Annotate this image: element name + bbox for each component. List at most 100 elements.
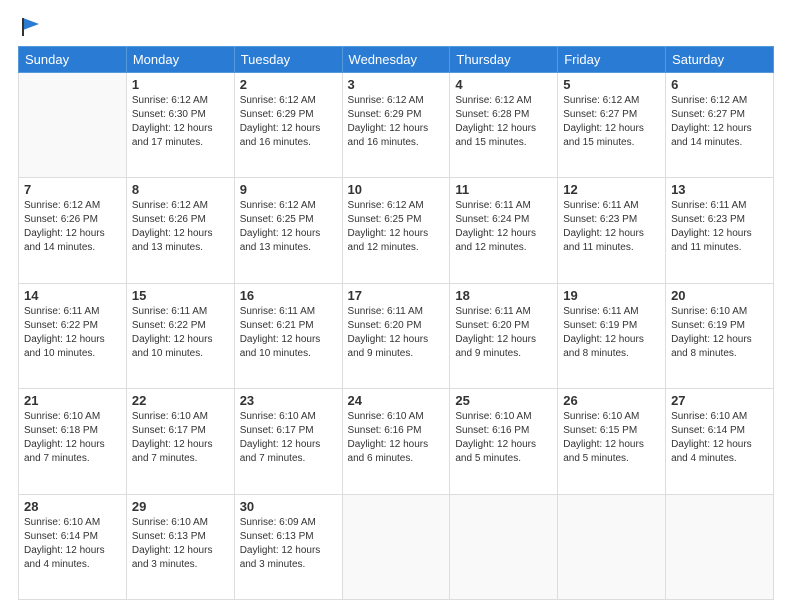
page: SundayMondayTuesdayWednesdayThursdayFrid… [0,0,792,612]
calendar-cell: 29 Sunrise: 6:10 AM Sunset: 6:13 PM Dayli… [126,494,234,599]
day-info: Sunrise: 6:10 AM Sunset: 6:16 PM Dayligh… [455,410,552,466]
day-number: 28 [24,499,121,514]
weekday-header-friday: Friday [558,47,666,73]
day-number: 23 [240,393,337,408]
calendar-cell: 4 Sunrise: 6:12 AM Sunset: 6:28 PM Daylig… [450,73,558,178]
day-info: Sunrise: 6:11 AM Sunset: 6:22 PM Dayligh… [24,305,121,361]
calendar-cell: 5 Sunrise: 6:12 AM Sunset: 6:27 PM Daylig… [558,73,666,178]
day-info: Sunrise: 6:12 AM Sunset: 6:25 PM Dayligh… [348,199,445,255]
day-info: Sunrise: 6:12 AM Sunset: 6:29 PM Dayligh… [348,94,445,150]
day-info: Sunrise: 6:12 AM Sunset: 6:27 PM Dayligh… [563,94,660,150]
day-number: 29 [132,499,229,514]
calendar-cell: 24 Sunrise: 6:10 AM Sunset: 6:16 PM Dayli… [342,389,450,494]
day-number: 11 [455,182,552,197]
weekday-header-tuesday: Tuesday [234,47,342,73]
calendar-table: SundayMondayTuesdayWednesdayThursdayFrid… [18,46,774,600]
calendar-cell: 3Sunrise: 6:12 AM Sunset: 6:29 PM Daylig… [342,73,450,178]
calendar-cell: 30 Sunrise: 6:09 AM Sunset: 6:13 PM Dayli… [234,494,342,599]
weekday-header-row: SundayMondayTuesdayWednesdayThursdayFrid… [19,47,774,73]
weekday-header-thursday: Thursday [450,47,558,73]
calendar-cell: 12Sunrise: 6:11 AM Sunset: 6:23 PM Dayli… [558,178,666,283]
day-number: 6 [671,77,768,92]
day-info: Sunrise: 6:11 AM Sunset: 6:22 PM Dayligh… [132,305,229,361]
day-info: Sunrise: 6:12 AM Sunset: 6:26 PM Dayligh… [132,199,229,255]
day-info: Sunrise: 6:09 AM Sunset: 6:13 PM Dayligh… [240,516,337,572]
day-info: Sunrise: 6:11 AM Sunset: 6:21 PM Dayligh… [240,305,337,361]
calendar-cell: 27Sunrise: 6:10 AM Sunset: 6:14 PM Dayli… [666,389,774,494]
logo-flag-icon [19,16,41,38]
day-number: 19 [563,288,660,303]
day-info: Sunrise: 6:12 AM Sunset: 6:29 PM Dayligh… [240,94,337,150]
day-number: 25 [455,393,552,408]
header [18,18,774,36]
day-info: Sunrise: 6:12 AM Sunset: 6:30 PM Dayligh… [132,94,229,150]
logo [18,18,41,36]
weekday-header-saturday: Saturday [666,47,774,73]
day-number: 17 [348,288,445,303]
day-number: 18 [455,288,552,303]
day-number: 20 [671,288,768,303]
calendar-cell: 19 Sunrise: 6:11 AM Sunset: 6:19 PM Dayli… [558,283,666,388]
day-info: Sunrise: 6:10 AM Sunset: 6:14 PM Dayligh… [671,410,768,466]
calendar-cell: 28 Sunrise: 6:10 AM Sunset: 6:14 PM Dayli… [19,494,127,599]
calendar-cell: 7 Sunrise: 6:12 AM Sunset: 6:26 PM Daylig… [19,178,127,283]
calendar-cell: 25 Sunrise: 6:10 AM Sunset: 6:16 PM Dayli… [450,389,558,494]
calendar-cell: 21Sunrise: 6:10 AM Sunset: 6:18 PM Dayli… [19,389,127,494]
weekday-header-sunday: Sunday [19,47,127,73]
day-info: Sunrise: 6:11 AM Sunset: 6:20 PM Dayligh… [348,305,445,361]
calendar-week-row: 7 Sunrise: 6:12 AM Sunset: 6:26 PM Daylig… [19,178,774,283]
calendar-cell: 2Sunrise: 6:12 AM Sunset: 6:29 PM Daylig… [234,73,342,178]
calendar-week-row: 1 Sunrise: 6:12 AM Sunset: 6:30 PM Daylig… [19,73,774,178]
day-number: 8 [132,182,229,197]
calendar-cell [450,494,558,599]
day-number: 21 [24,393,121,408]
day-number: 4 [455,77,552,92]
calendar-cell: 10Sunrise: 6:12 AM Sunset: 6:25 PM Dayli… [342,178,450,283]
day-info: Sunrise: 6:12 AM Sunset: 6:28 PM Dayligh… [455,94,552,150]
calendar-week-row: 14 Sunrise: 6:11 AM Sunset: 6:22 PM Dayli… [19,283,774,388]
day-info: Sunrise: 6:12 AM Sunset: 6:26 PM Dayligh… [24,199,121,255]
day-number: 22 [132,393,229,408]
day-info: Sunrise: 6:10 AM Sunset: 6:15 PM Dayligh… [563,410,660,466]
calendar-cell: 16 Sunrise: 6:11 AM Sunset: 6:21 PM Dayli… [234,283,342,388]
day-number: 26 [563,393,660,408]
calendar-cell [19,73,127,178]
day-info: Sunrise: 6:11 AM Sunset: 6:23 PM Dayligh… [671,199,768,255]
calendar-cell: 22 Sunrise: 6:10 AM Sunset: 6:17 PM Dayli… [126,389,234,494]
day-number: 30 [240,499,337,514]
calendar-cell [558,494,666,599]
day-info: Sunrise: 6:12 AM Sunset: 6:27 PM Dayligh… [671,94,768,150]
day-number: 5 [563,77,660,92]
day-number: 16 [240,288,337,303]
calendar-cell: 15Sunrise: 6:11 AM Sunset: 6:22 PM Dayli… [126,283,234,388]
day-number: 14 [24,288,121,303]
day-number: 13 [671,182,768,197]
day-info: Sunrise: 6:10 AM Sunset: 6:17 PM Dayligh… [132,410,229,466]
day-number: 7 [24,182,121,197]
calendar-cell: 11 Sunrise: 6:11 AM Sunset: 6:24 PM Dayli… [450,178,558,283]
calendar-cell: 13 Sunrise: 6:11 AM Sunset: 6:23 PM Dayli… [666,178,774,283]
calendar-cell: 1 Sunrise: 6:12 AM Sunset: 6:30 PM Daylig… [126,73,234,178]
day-info: Sunrise: 6:10 AM Sunset: 6:13 PM Dayligh… [132,516,229,572]
calendar-week-row: 28 Sunrise: 6:10 AM Sunset: 6:14 PM Dayli… [19,494,774,599]
day-info: Sunrise: 6:11 AM Sunset: 6:24 PM Dayligh… [455,199,552,255]
calendar-cell: 14 Sunrise: 6:11 AM Sunset: 6:22 PM Dayli… [19,283,127,388]
calendar-cell: 23 Sunrise: 6:10 AM Sunset: 6:17 PM Dayli… [234,389,342,494]
calendar-cell: 18 Sunrise: 6:11 AM Sunset: 6:20 PM Dayli… [450,283,558,388]
calendar-cell [666,494,774,599]
calendar-cell: 20Sunrise: 6:10 AM Sunset: 6:19 PM Dayli… [666,283,774,388]
day-info: Sunrise: 6:10 AM Sunset: 6:14 PM Dayligh… [24,516,121,572]
calendar-cell: 17 Sunrise: 6:11 AM Sunset: 6:20 PM Dayli… [342,283,450,388]
day-number: 24 [348,393,445,408]
calendar-cell: 9Sunrise: 6:12 AM Sunset: 6:25 PM Daylig… [234,178,342,283]
weekday-header-wednesday: Wednesday [342,47,450,73]
calendar-cell [342,494,450,599]
day-info: Sunrise: 6:11 AM Sunset: 6:20 PM Dayligh… [455,305,552,361]
calendar-cell: 26 Sunrise: 6:10 AM Sunset: 6:15 PM Dayli… [558,389,666,494]
day-info: Sunrise: 6:11 AM Sunset: 6:19 PM Dayligh… [563,305,660,361]
day-number: 9 [240,182,337,197]
day-number: 1 [132,77,229,92]
day-info: Sunrise: 6:10 AM Sunset: 6:17 PM Dayligh… [240,410,337,466]
calendar-cell: 6 Sunrise: 6:12 AM Sunset: 6:27 PM Daylig… [666,73,774,178]
day-info: Sunrise: 6:10 AM Sunset: 6:16 PM Dayligh… [348,410,445,466]
